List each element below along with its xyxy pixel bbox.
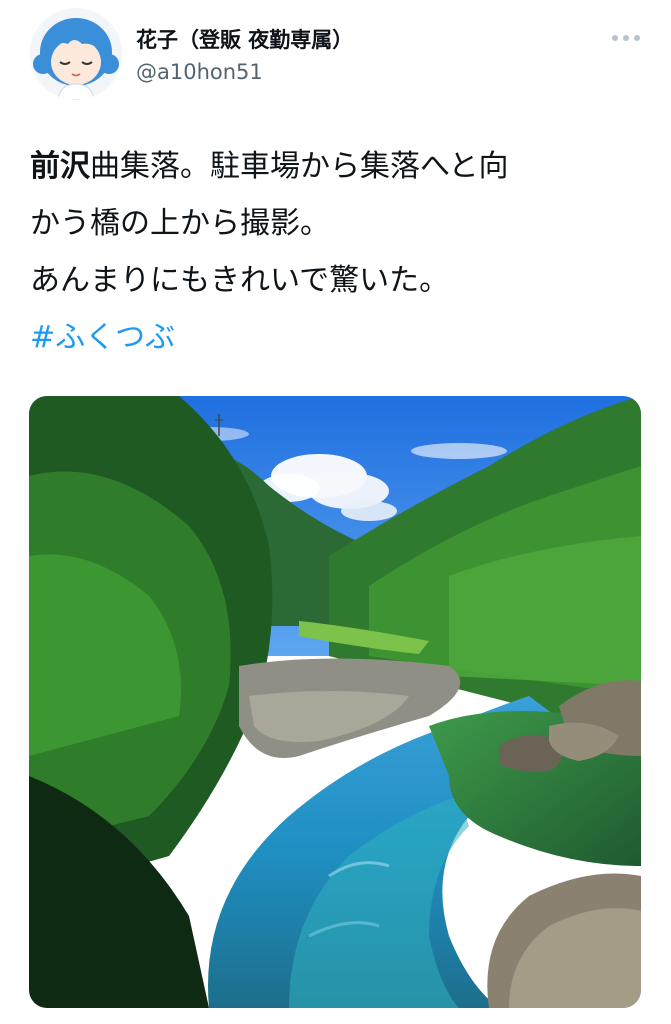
hashtag-link[interactable]: #ふくつぶ	[30, 320, 175, 355]
tweet-line-1-rest: 曲集落。駐車場から集落へと向	[90, 149, 509, 184]
tweet-line-1: 前沢曲集落。駐車場から集落へと向	[30, 138, 650, 195]
tweet-line-2: かう橋の上から撮影。	[30, 206, 330, 241]
more-dot	[612, 35, 618, 41]
tweet-line-3: あんまりにもきれいで驚いた。	[30, 263, 450, 298]
more-dot	[623, 35, 629, 41]
more-dot	[634, 35, 640, 41]
tweet-text: 前沢曲集落。駐車場から集落へと向 かう橋の上から撮影。 あんまりにもきれいで驚い…	[30, 138, 650, 366]
display-name[interactable]: 花子（登販 夜勤専属）	[136, 24, 353, 54]
tweet-header: 花子（登販 夜勤専属） @a10hon51	[0, 0, 671, 110]
avatar[interactable]	[30, 8, 122, 100]
river-valley-photo	[29, 396, 641, 1008]
tweet-photo[interactable]	[29, 396, 641, 1008]
user-handle[interactable]: @a10hon51	[136, 60, 263, 84]
tweet-bold-text: 前沢	[30, 149, 90, 184]
more-horizontal-icon[interactable]	[606, 26, 646, 50]
avatar-illustration	[30, 8, 122, 100]
